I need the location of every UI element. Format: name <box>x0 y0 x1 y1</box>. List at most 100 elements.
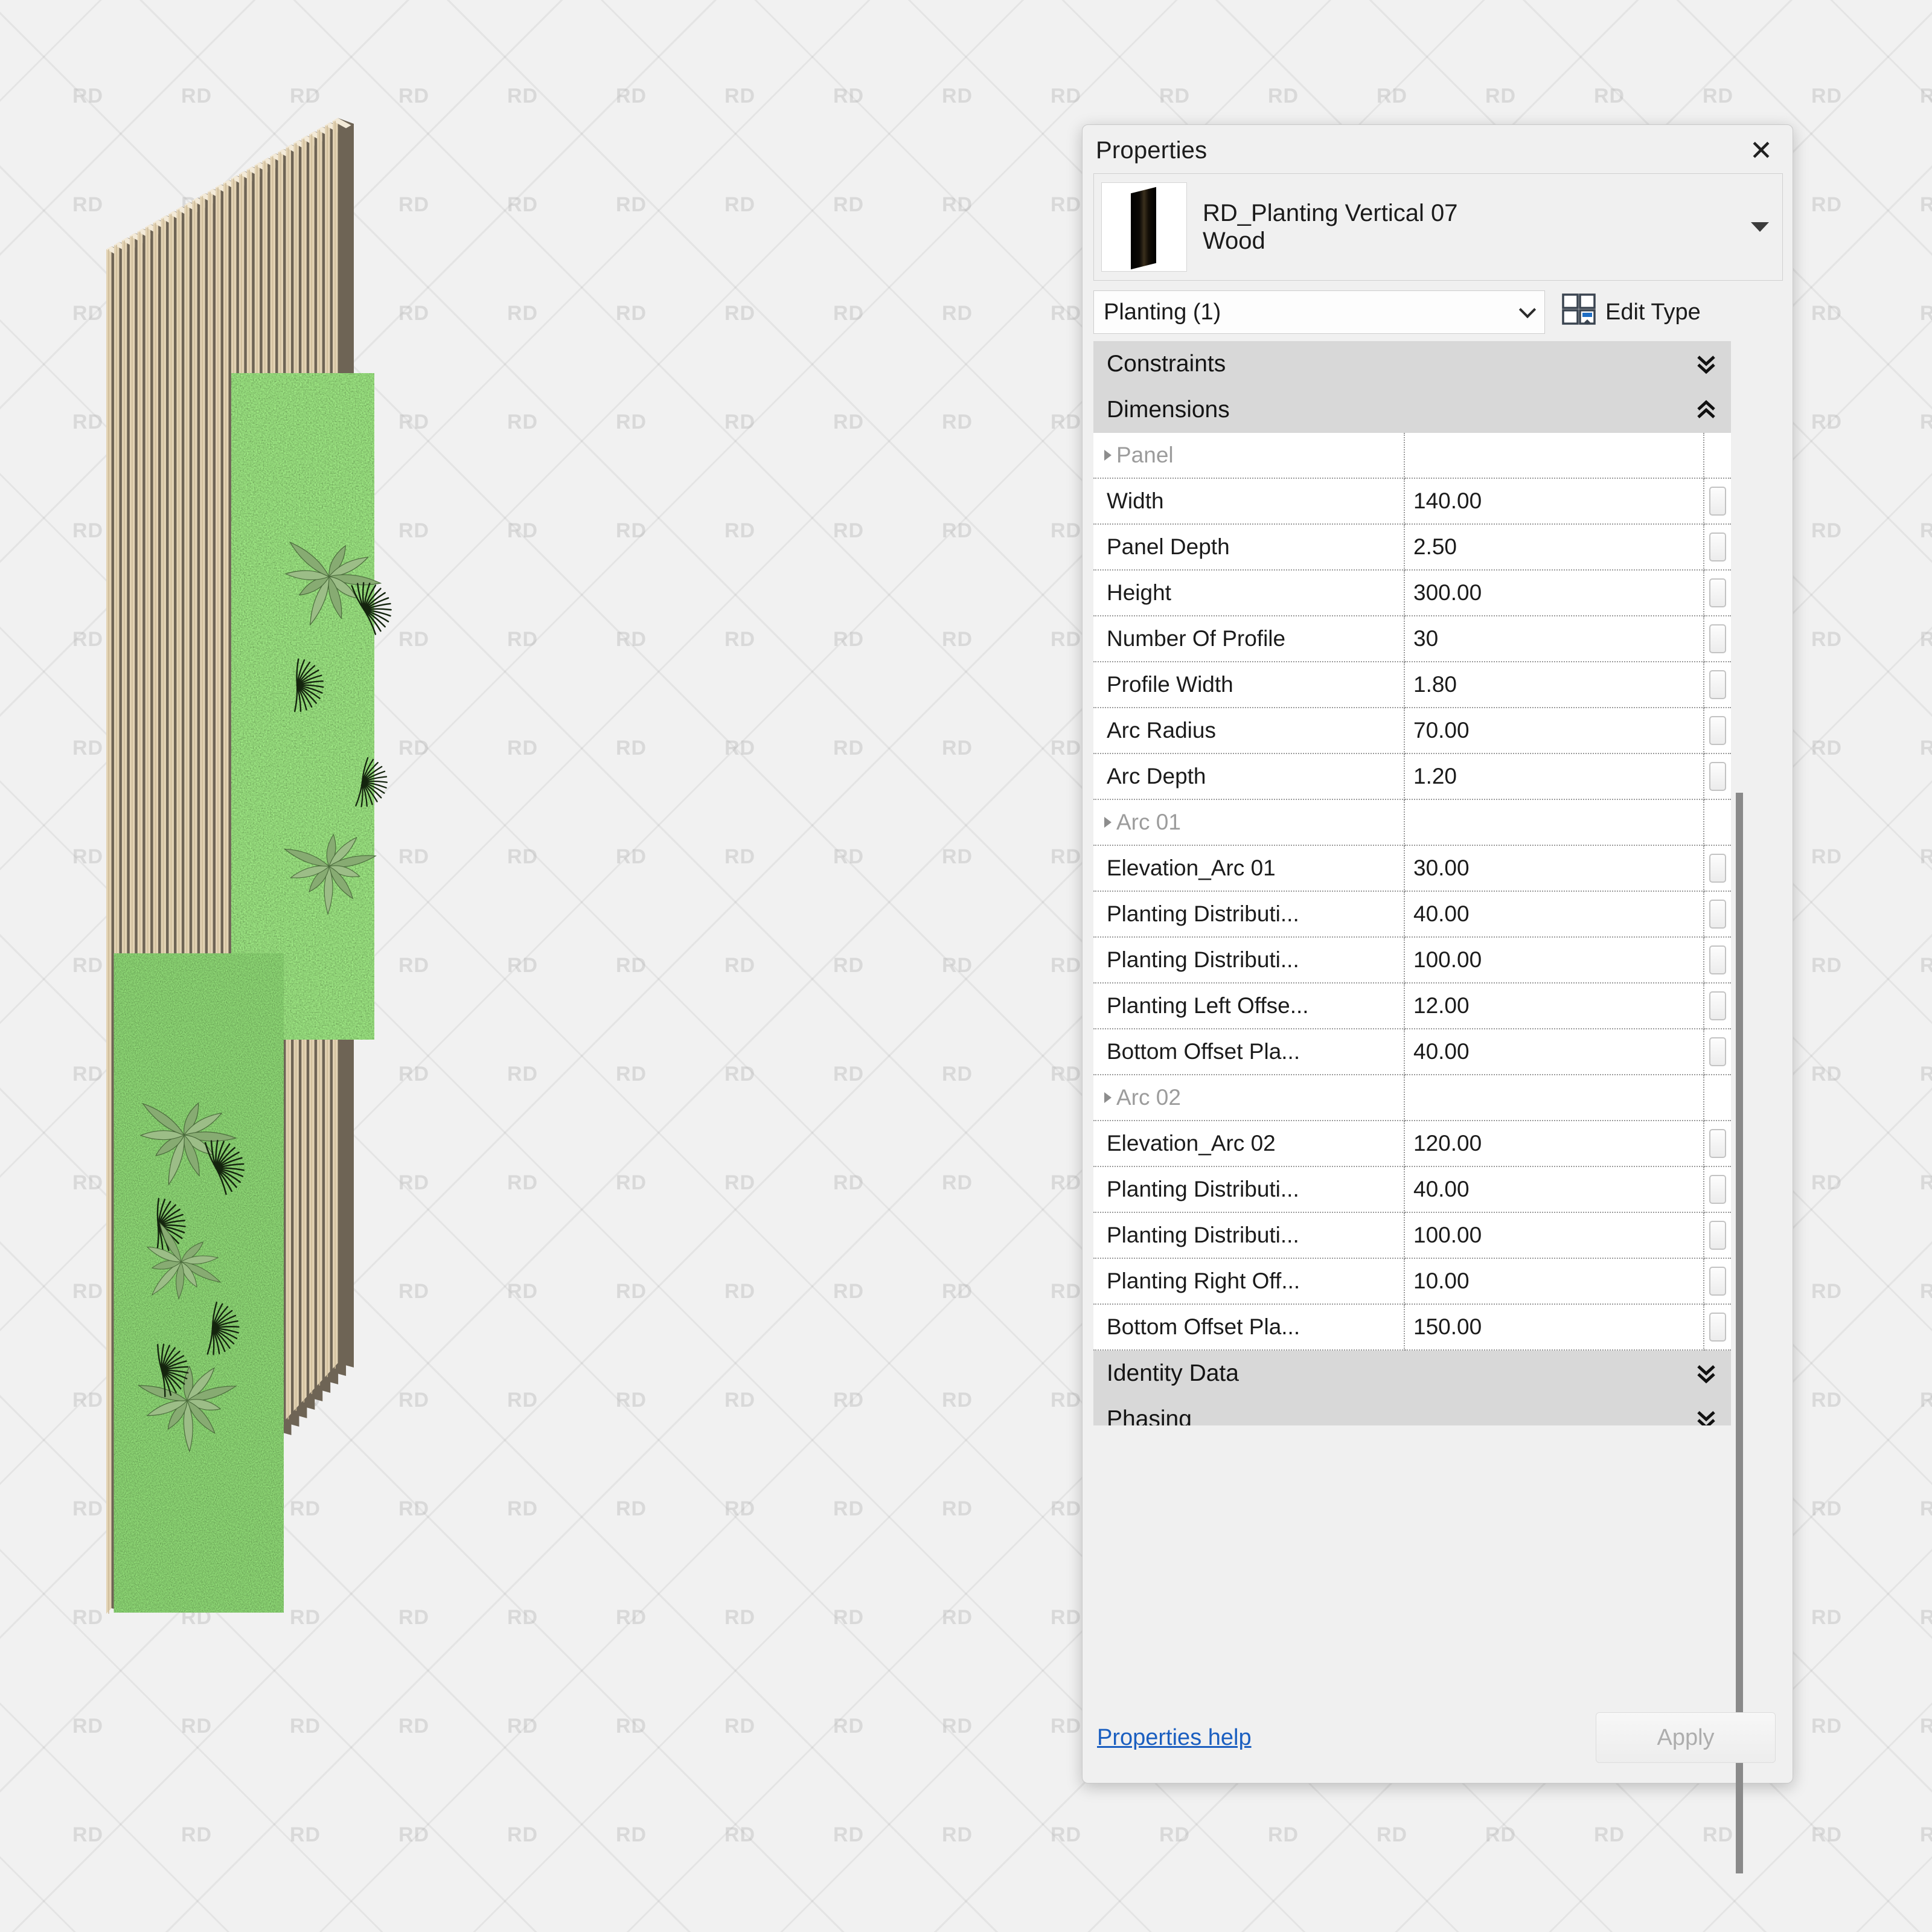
parameter-assoc-button[interactable] <box>1704 616 1731 662</box>
parameter-value[interactable]: 70.00 <box>1405 708 1704 754</box>
properties-help-link[interactable]: Properties help <box>1097 1725 1252 1751</box>
table-row[interactable]: Arc Radius 70.00 <box>1093 708 1731 754</box>
parameter-value[interactable]: 100.00 <box>1405 938 1704 984</box>
parameter-assoc-button[interactable] <box>1704 708 1731 754</box>
table-row[interactable]: Bottom Offset Pla... 150.00 <box>1093 1305 1731 1351</box>
parameter-assoc-button[interactable] <box>1704 846 1731 892</box>
chevron-double-down-icon[interactable] <box>1696 1363 1716 1384</box>
parameter-value[interactable]: 1.20 <box>1405 754 1704 800</box>
table-row[interactable]: Planting Right Off... 10.00 <box>1093 1259 1731 1305</box>
section-header-identity-data[interactable]: Identity Data <box>1093 1351 1731 1396</box>
parameter-assoc-button[interactable] <box>1704 1167 1731 1213</box>
parameter-assoc-button[interactable] <box>1704 754 1731 800</box>
apply-button[interactable]: Apply <box>1596 1712 1776 1763</box>
type-name-line2: Wood <box>1203 228 1265 254</box>
parameter-label: Elevation_Arc 02 <box>1093 1121 1405 1167</box>
parameter-label: Profile Width <box>1093 662 1405 708</box>
parameter-value[interactable]: 40.00 <box>1405 892 1704 938</box>
properties-palette[interactable]: Properties ✕ RD_Planting Vertical 07 Woo… <box>1082 124 1793 1873</box>
parameter-value[interactable]: 120.00 <box>1405 1121 1704 1167</box>
parameter-value[interactable]: 140.00 <box>1405 479 1704 525</box>
table-row[interactable]: Height 300.00 <box>1093 571 1731 616</box>
table-row[interactable]: Number Of Profile 30 <box>1093 616 1731 662</box>
close-icon[interactable]: ✕ <box>1743 132 1779 168</box>
parameter-assoc-button[interactable] <box>1704 892 1731 938</box>
parameter-assoc-button[interactable] <box>1704 800 1731 846</box>
triangle-right-icon <box>1104 1092 1112 1103</box>
parameter-value[interactable]: 40.00 <box>1405 1167 1704 1213</box>
chevron-double-down-icon[interactable] <box>1696 1409 1716 1425</box>
parameter-assoc-button[interactable] <box>1704 984 1731 1029</box>
parameter-label: Planting Left Offse... <box>1093 984 1405 1029</box>
table-row[interactable]: Bottom Offset Pla... 40.00 <box>1093 1029 1731 1075</box>
chevron-double-down-icon[interactable] <box>1696 354 1716 374</box>
table-row[interactable]: Planting Left Offse... 12.00 <box>1093 984 1731 1029</box>
type-thumbnail <box>1101 182 1187 272</box>
parameter-label: Planting Right Off... <box>1093 1259 1405 1305</box>
chevron-double-up-icon[interactable] <box>1696 400 1716 420</box>
table-row[interactable]: Width 140.00 <box>1093 479 1731 525</box>
parameter-assoc-button[interactable] <box>1704 571 1731 616</box>
triangle-right-icon <box>1104 817 1112 828</box>
page-title: Properties <box>1096 136 1208 164</box>
parameter-label: Height <box>1093 571 1405 616</box>
properties-titlebar: Properties ✕ <box>1083 125 1793 172</box>
parameter-assoc-button[interactable] <box>1704 1121 1731 1167</box>
table-row[interactable]: Arc 02 <box>1093 1075 1731 1121</box>
section-header-phasing[interactable]: Phasing <box>1093 1396 1731 1425</box>
planting-wall-render <box>106 118 392 1614</box>
parameter-assoc-button[interactable] <box>1704 938 1731 984</box>
parameter-grid[interactable]: Constraints Dimensions Panel Width 140.00 Pan… <box>1093 341 1731 1425</box>
section-header-constraints[interactable]: Constraints <box>1093 341 1731 387</box>
table-row[interactable]: Arc Depth 1.20 <box>1093 754 1731 800</box>
parameter-value[interactable]: 300.00 <box>1405 571 1704 616</box>
edit-type-label: Edit Type <box>1605 299 1701 325</box>
table-row[interactable]: Planting Distributi... 40.00 <box>1093 892 1731 938</box>
section-header-dimensions[interactable]: Dimensions <box>1093 387 1731 433</box>
parameter-value[interactable]: 2.50 <box>1405 525 1704 571</box>
parameter-assoc-button[interactable] <box>1704 433 1731 479</box>
table-row[interactable]: Planting Distributi... 100.00 <box>1093 938 1731 984</box>
table-row[interactable]: Panel Depth 2.50 <box>1093 525 1731 571</box>
parameter-assoc-button[interactable] <box>1704 1213 1731 1259</box>
parameter-group-label: Arc 02 <box>1093 1075 1405 1121</box>
parameter-value[interactable]: 1.80 <box>1405 662 1704 708</box>
edit-type-button[interactable]: Edit Type <box>1562 293 1701 331</box>
parameter-value <box>1405 1075 1704 1121</box>
parameter-assoc-button[interactable] <box>1704 479 1731 525</box>
table-row[interactable]: Elevation_Arc 01 30.00 <box>1093 846 1731 892</box>
table-row[interactable]: Planting Distributi... 40.00 <box>1093 1167 1731 1213</box>
table-row[interactable]: Arc 01 <box>1093 800 1731 846</box>
parameter-group-label: Panel <box>1093 433 1405 479</box>
parameter-assoc-button[interactable] <box>1704 1075 1731 1121</box>
parameter-assoc-button[interactable] <box>1704 1029 1731 1075</box>
table-row[interactable]: Elevation_Arc 02 120.00 <box>1093 1121 1731 1167</box>
parameter-label: Elevation_Arc 01 <box>1093 846 1405 892</box>
parameter-value[interactable]: 30 <box>1405 616 1704 662</box>
parameter-assoc-button[interactable] <box>1704 1259 1731 1305</box>
parameter-label: Planting Distributi... <box>1093 938 1405 984</box>
parameter-value <box>1405 800 1704 846</box>
parameter-label: Width <box>1093 479 1405 525</box>
parameter-assoc-button[interactable] <box>1704 525 1731 571</box>
chevron-down-icon[interactable] <box>1751 222 1769 232</box>
chevron-down-icon <box>1518 301 1537 319</box>
parameter-label: Bottom Offset Pla... <box>1093 1305 1405 1351</box>
instance-selector-value: Planting (1) <box>1104 299 1221 325</box>
type-preview-box[interactable]: RD_Planting Vertical 07 Wood <box>1093 173 1783 281</box>
table-row[interactable]: Profile Width 1.80 <box>1093 662 1731 708</box>
parameter-value[interactable]: 150.00 <box>1405 1305 1704 1351</box>
section-label: Phasing <box>1107 1406 1192 1425</box>
parameter-value[interactable]: 30.00 <box>1405 846 1704 892</box>
instance-selector[interactable]: Planting (1) <box>1093 290 1545 334</box>
parameter-assoc-button[interactable] <box>1704 662 1731 708</box>
properties-footer: Properties help Apply <box>1083 1692 1793 1783</box>
parameter-assoc-button[interactable] <box>1704 1305 1731 1351</box>
parameter-value[interactable]: 100.00 <box>1405 1213 1704 1259</box>
parameter-label: Arc Depth <box>1093 754 1405 800</box>
parameter-value[interactable]: 10.00 <box>1405 1259 1704 1305</box>
table-row[interactable]: Planting Distributi... 100.00 <box>1093 1213 1731 1259</box>
parameter-value[interactable]: 40.00 <box>1405 1029 1704 1075</box>
table-row[interactable]: Panel <box>1093 433 1731 479</box>
parameter-value[interactable]: 12.00 <box>1405 984 1704 1029</box>
